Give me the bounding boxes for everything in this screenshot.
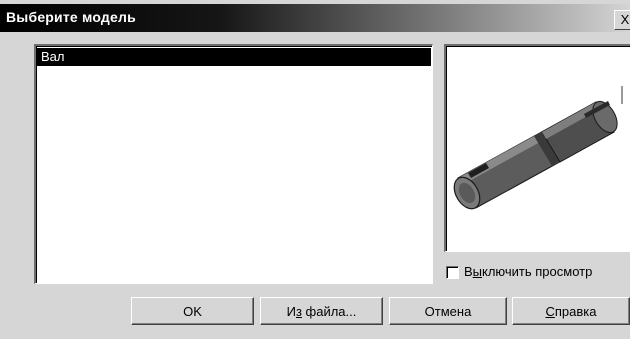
ok-button[interactable]: OK: [131, 297, 254, 325]
model-list[interactable]: Вал: [34, 44, 433, 284]
help-button-label: Справка: [545, 304, 597, 319]
list-item[interactable]: Вал: [37, 48, 431, 66]
model-preview: [444, 44, 630, 252]
dialog-title: Выберите модель: [6, 9, 136, 25]
disable-preview-label: Выключить просмотр: [464, 264, 593, 279]
disable-preview-checkbox[interactable]: [446, 266, 459, 279]
list-item-label: Вал: [41, 49, 65, 64]
from-file-button[interactable]: Из файла...: [260, 297, 383, 325]
close-button[interactable]: X: [614, 10, 630, 30]
from-file-button-label: Из файла...: [286, 304, 357, 319]
select-model-dialog: Выберите модель X Вал Выключить просмотр…: [0, 0, 630, 339]
title-bar[interactable]: Выберите модель X: [0, 4, 630, 32]
cancel-button[interactable]: Отмена: [389, 297, 507, 325]
disable-preview-checkbox-row[interactable]: Выключить просмотр: [446, 263, 630, 283]
help-button[interactable]: Справка: [512, 297, 630, 325]
cancel-button-label: Отмена: [424, 304, 472, 319]
shaft-3d-preview-icon: [453, 86, 623, 210]
close-icon: X: [620, 12, 630, 27]
ok-button-label: OK: [183, 304, 202, 319]
